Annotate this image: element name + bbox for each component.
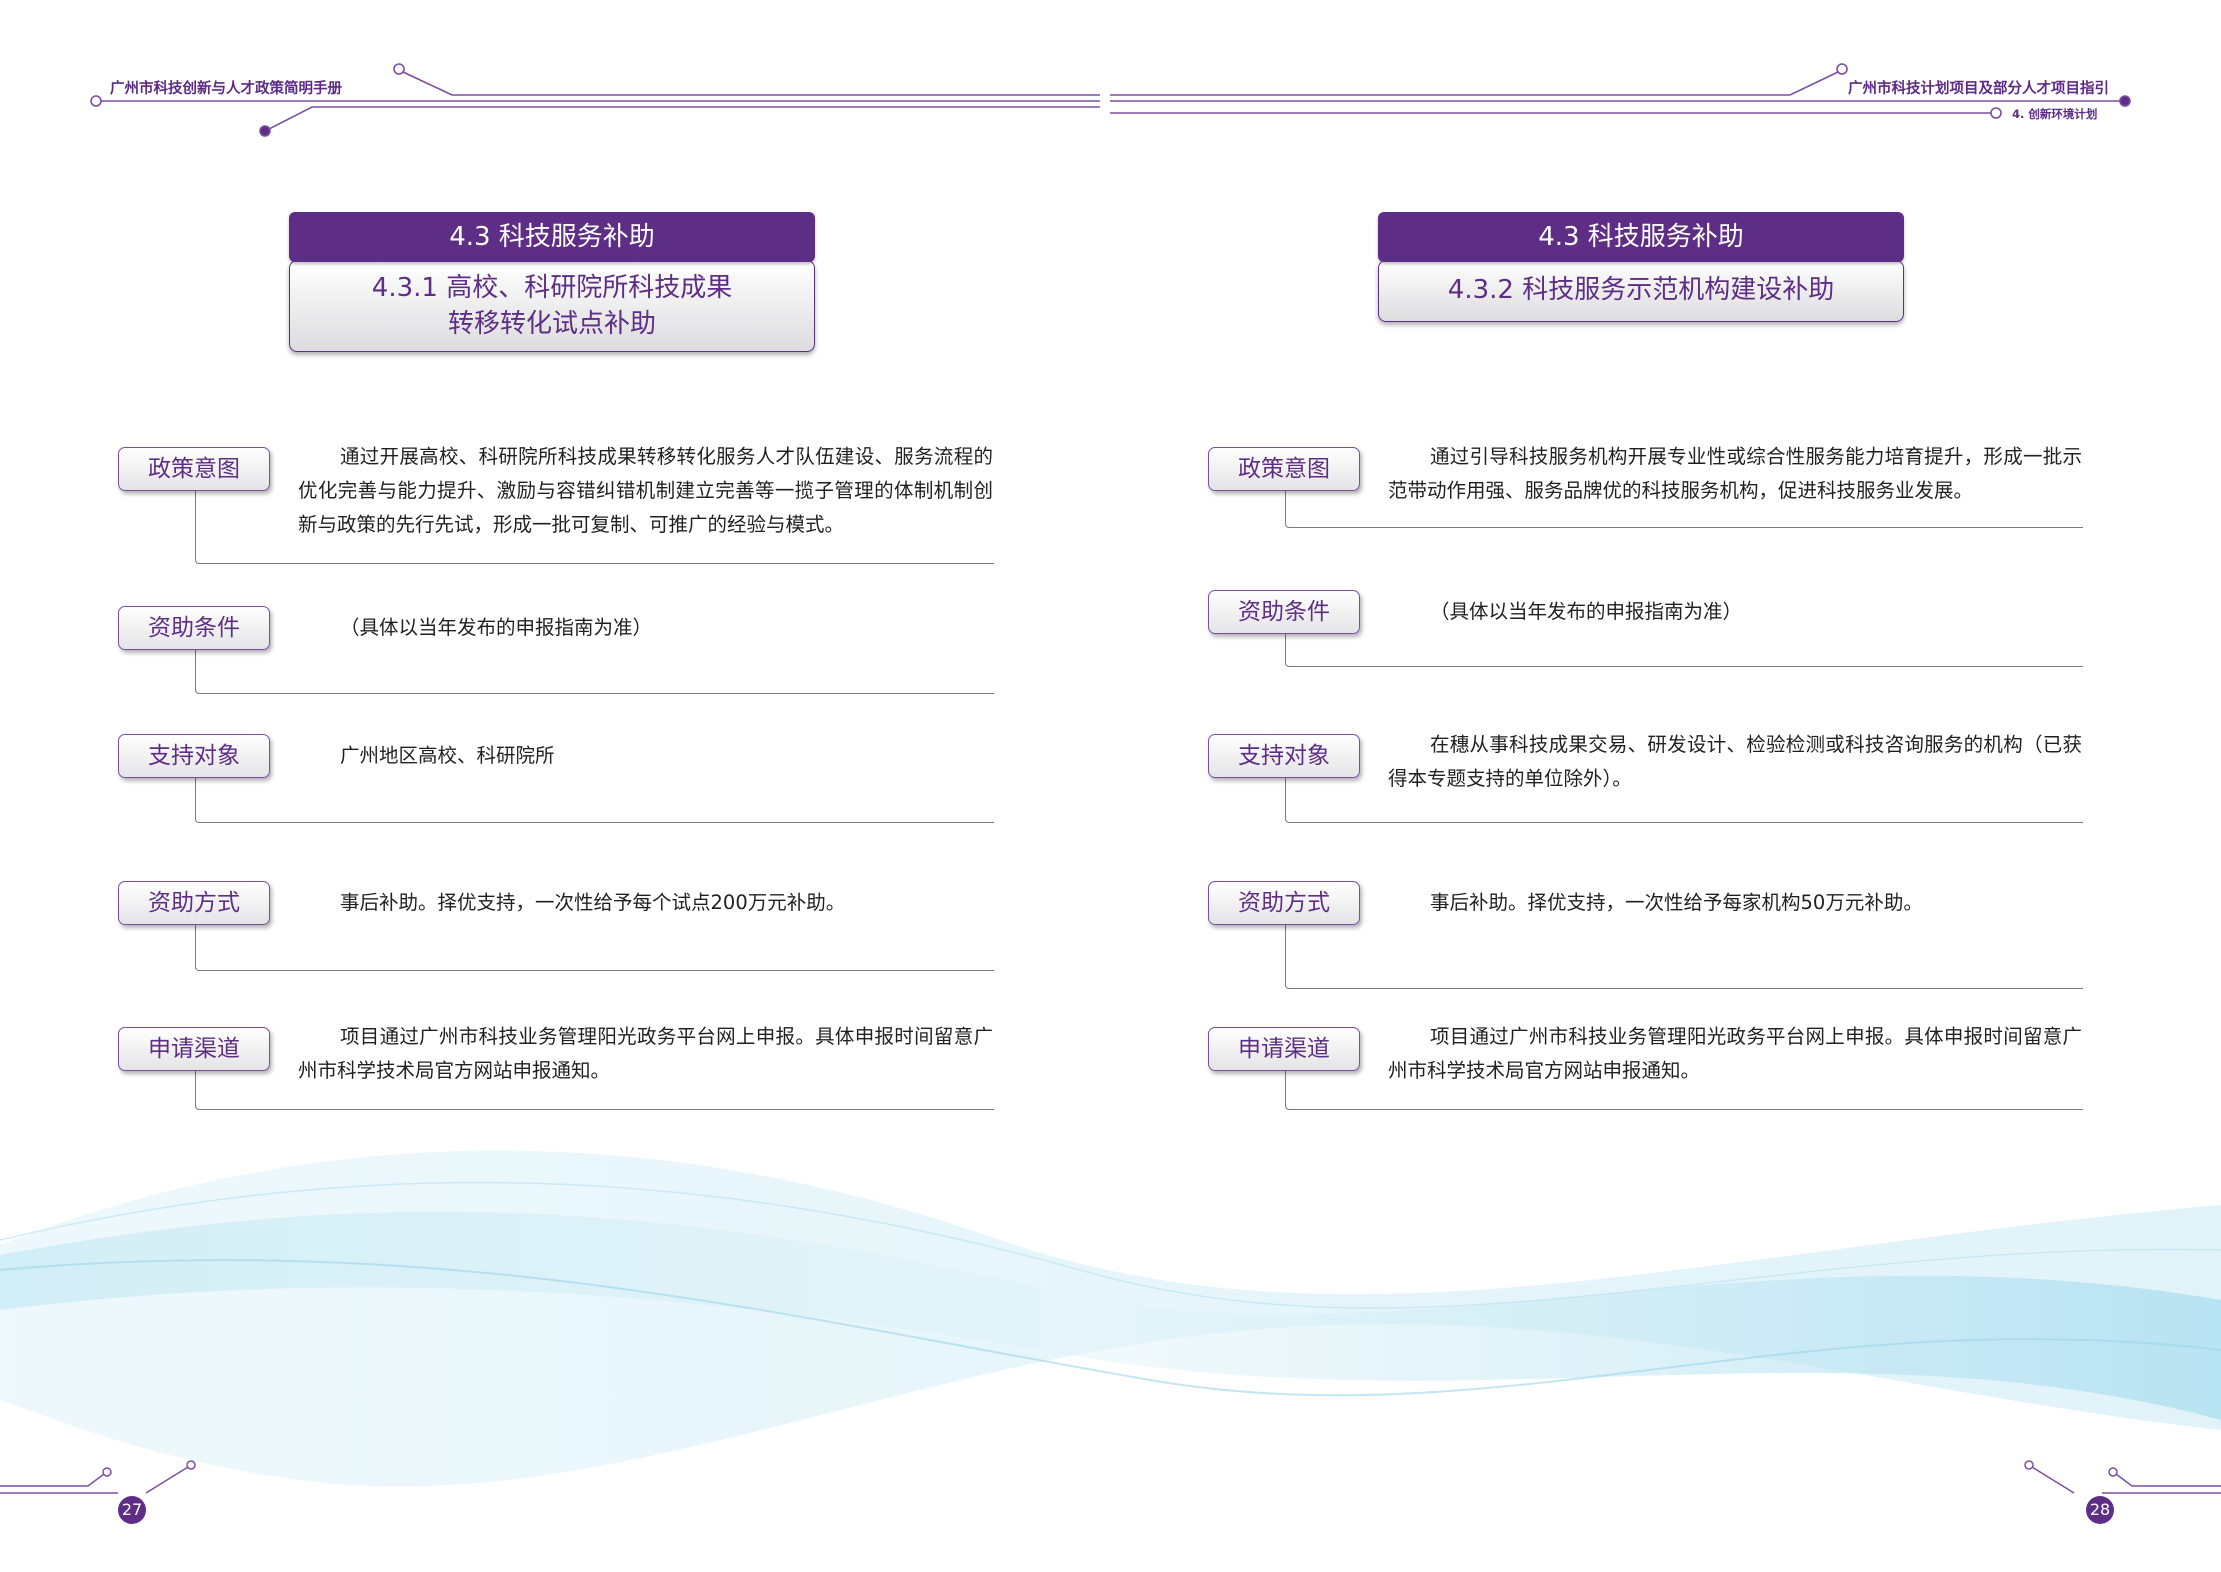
label-funding-conditions: 资助条件 <box>118 606 270 650</box>
row-divider <box>195 650 994 694</box>
page-number: 27 <box>118 1496 146 1524</box>
row-divider <box>1285 925 2083 989</box>
label-support-targets: 支持对象 <box>118 734 270 778</box>
label-policy-intent: 政策意图 <box>1208 447 1360 491</box>
label-funding-method: 资助方式 <box>118 881 270 925</box>
subsection-title: 4.3.1 高校、科研院所科技成果 转移转化试点补助 <box>289 260 815 352</box>
right-page: 4.3 科技服务补助 4.3.2 科技服务示范机构建设补助 政策意图 通过引导科… <box>1110 0 2220 1572</box>
row-divider <box>195 778 994 823</box>
row-text-funding-conditions: （具体以当年发布的申报指南为准） <box>340 616 653 639</box>
subsection-title-line1: 4.3.1 高校、科研院所科技成果 <box>371 273 733 303</box>
label-funding-method: 资助方式 <box>1208 881 1360 925</box>
row-text-support-targets: 广州地区高校、科研院所 <box>340 744 555 767</box>
page-number: 28 <box>2086 1496 2114 1524</box>
row-text-funding-conditions: （具体以当年发布的申报指南为准） <box>1430 600 1743 623</box>
row-text-funding-method: 事后补助。择优支持，一次性给予每个试点200万元补助。 <box>340 891 846 914</box>
label-support-targets: 支持对象 <box>1208 734 1360 778</box>
row-text-funding-method: 事后补助。择优支持，一次性给予每家机构50万元补助。 <box>1430 891 1923 914</box>
section-title: 4.3 科技服务补助 <box>289 212 815 262</box>
label-funding-conditions: 资助条件 <box>1208 590 1360 634</box>
row-text-application-channel: 项目通过广州市科技业务管理阳光政务平台网上申报。具体申报时间留意广州市科学技术局… <box>1388 1025 2082 1082</box>
left-page: 4.3 科技服务补助 4.3.1 高校、科研院所科技成果 转移转化试点补助 政策… <box>0 0 1110 1572</box>
row-divider <box>195 925 994 971</box>
section-title: 4.3 科技服务补助 <box>1378 212 1904 262</box>
row-text-policy-intent: 通过引导科技服务机构开展专业性或综合性服务能力培育提升，形成一批示范带动作用强、… <box>1388 445 2082 502</box>
subsection-title: 4.3.2 科技服务示范机构建设补助 <box>1378 260 1904 322</box>
row-text-policy-intent: 通过开展高校、科研院所科技成果转移转化服务人才队伍建设、服务流程的优化完善与能力… <box>298 445 993 536</box>
row-text-support-targets: 在穗从事科技成果交易、研发设计、检验检测或科技咨询服务的机构（已获得本专题支持的… <box>1388 733 2082 790</box>
label-application-channel: 申请渠道 <box>1208 1027 1360 1071</box>
label-policy-intent: 政策意图 <box>118 447 270 491</box>
row-text-application-channel: 项目通过广州市科技业务管理阳光政务平台网上申报。具体申报时间留意广州市科学技术局… <box>298 1025 993 1082</box>
label-application-channel: 申请渠道 <box>118 1027 270 1071</box>
subsection-title-line2: 转移转化试点补助 <box>447 309 656 339</box>
row-divider <box>1285 634 2083 667</box>
subsection-title-line1: 4.3.2 科技服务示范机构建设补助 <box>1447 275 1835 305</box>
